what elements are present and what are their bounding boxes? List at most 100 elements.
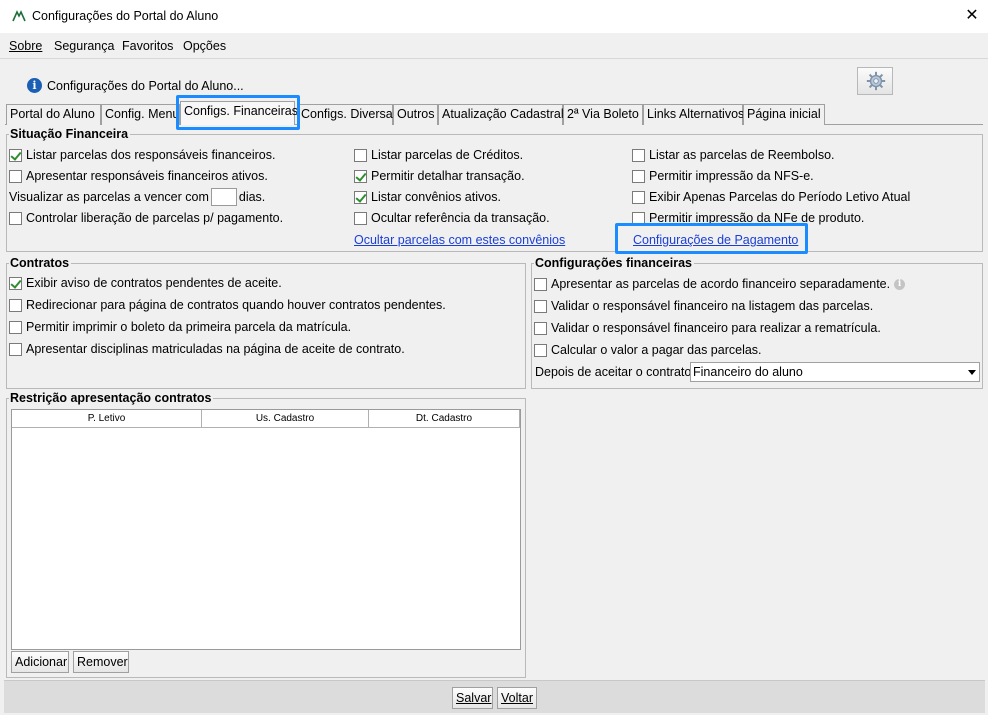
dias-label: dias. (238, 190, 266, 204)
cb-validar-rematricula[interactable]: Validar o responsável financeiro para re… (534, 321, 881, 335)
cb-redirecionar-contratos[interactable]: Redirecionar para página de contratos qu… (9, 298, 446, 312)
column-header-dt-cadastro[interactable]: Dt. Cadastro (369, 410, 520, 428)
tab-portal-do-aluno[interactable]: Portal do Aluno (6, 104, 101, 125)
tab-2a-via-boleto[interactable]: 2ª Via Boleto (563, 104, 643, 125)
checkbox[interactable] (632, 190, 645, 204)
checkbox[interactable] (9, 211, 22, 225)
select-label: Depois de aceitar o contrato: (535, 365, 695, 379)
cb-label: Permitir detalhar transação. (371, 169, 525, 183)
checkbox[interactable] (632, 211, 645, 225)
checkbox[interactable] (354, 148, 367, 162)
checkbox[interactable] (9, 276, 22, 290)
cb-label: Validar o responsável financeiro para re… (551, 321, 881, 335)
close-button[interactable]: ✕ (962, 6, 982, 26)
gear-icon (866, 71, 886, 91)
cb-listar-convenios-ativos[interactable]: Listar convênios ativos. (354, 190, 501, 204)
tab-configs-financeiras[interactable]: Configs. Financeiras (180, 101, 298, 125)
cb-apresentar-disciplinas[interactable]: Apresentar disciplinas matriculadas na p… (9, 342, 405, 356)
cb-label: Redirecionar para página de contratos qu… (26, 298, 446, 312)
cb-exibir-periodo-letivo[interactable]: Exibir Apenas Parcelas do Período Letivo… (632, 190, 910, 204)
column-header-us-cadastro[interactable]: Us. Cadastro (202, 410, 369, 428)
cb-label: Listar parcelas dos responsáveis finance… (26, 148, 276, 162)
cb-permitir-impressao-nfse[interactable]: Permitir impressão da NFS-e. (632, 169, 814, 183)
cb-permitir-impressao-nfe[interactable]: Permitir impressão da NFe de produto. (632, 211, 864, 225)
window-title: Configurações do Portal do Aluno (32, 9, 219, 23)
checkbox[interactable] (9, 342, 22, 356)
cb-label: Apresentar disciplinas matriculadas na p… (26, 342, 405, 356)
restricao-title: Restrição apresentação contratos (9, 391, 214, 405)
cb-label: Listar convênios ativos. (371, 190, 501, 204)
menu-sobre[interactable]: Sobre (9, 39, 42, 53)
cb-listar-parcelas-responsaveis[interactable]: Listar parcelas dos responsáveis finance… (9, 148, 275, 162)
help-icon[interactable]: i (894, 278, 906, 290)
cb-controlar-liberacao[interactable]: Controlar liberação de parcelas p/ pagam… (9, 211, 283, 225)
cb-label: Permitir impressão da NFe de produto. (649, 211, 865, 225)
cb-label: Permitir impressão da NFS-e. (649, 169, 814, 183)
checkbox[interactable] (9, 148, 22, 162)
cb-calcular-valor[interactable]: Calcular o valor a pagar das parcelas. (534, 343, 762, 357)
back-button[interactable]: Voltar (497, 687, 537, 709)
situacao-financeira-title: Situação Financeira (9, 127, 131, 141)
cb-imprimir-boleto[interactable]: Permitir imprimir o boleto da primeira p… (9, 320, 351, 334)
tab-links-alternativos[interactable]: Links Alternativos (643, 104, 744, 125)
tab-pagina-inicial[interactable]: Página inicial (743, 104, 825, 125)
remove-button[interactable]: Remover (73, 651, 129, 673)
title-bar: Configurações do Portal do Aluno ✕ (0, 0, 988, 33)
checkbox[interactable] (9, 169, 22, 183)
menu-bar: Sobre Segurança Favoritos Opções (0, 33, 988, 59)
save-button[interactable]: Salvar (452, 687, 493, 709)
cb-label: Controlar liberação de parcelas p/ pagam… (26, 211, 284, 225)
column-header-p-letivo[interactable]: P. Letivo (12, 410, 202, 428)
contratos-title: Contratos (9, 256, 72, 270)
menu-favoritos[interactable]: Favoritos (122, 39, 173, 53)
menu-opcoes[interactable]: Opções (183, 39, 226, 53)
contract-select[interactable]: Financeiro do aluno (690, 362, 980, 382)
checkbox[interactable] (534, 321, 547, 335)
cb-ocultar-referencia[interactable]: Ocultar referência da transação. (354, 211, 550, 225)
menu-seguranca[interactable]: Segurança (54, 39, 114, 53)
cb-exibir-aviso-contratos[interactable]: Exibir aviso de contratos pendentes de a… (9, 276, 282, 290)
cb-listar-parcelas-reembolso[interactable]: Listar as parcelas de Reembolso. (632, 148, 835, 162)
page-title: Configurações do Portal do Aluno... (47, 79, 244, 93)
settings-button[interactable] (857, 67, 893, 95)
ocultar-parcelas-link[interactable]: Ocultar parcelas com estes convênios (354, 233, 565, 247)
info-icon: i (27, 78, 42, 93)
tab-outros[interactable]: Outros (393, 104, 438, 125)
cb-label: Listar parcelas de Créditos. (371, 148, 524, 162)
configuracoes-pagamento-link[interactable]: Configurações de Pagamento (633, 233, 798, 247)
cb-label: Exibir Apenas Parcelas do Período Letivo… (649, 190, 911, 204)
app-logo-icon (12, 10, 26, 22)
cb-label: Apresentar responsáveis financeiros ativ… (26, 169, 268, 183)
menu-sobre-label: Sobre (9, 39, 43, 53)
add-button[interactable]: Adicionar (11, 651, 69, 673)
checkbox[interactable] (9, 320, 22, 334)
checkbox[interactable] (632, 148, 645, 162)
parcelas-a-vencer-row: Visualizar as parcelas a vencer com dias… (9, 188, 265, 206)
cb-apresentar-acordo[interactable]: Apresentar as parcelas de acordo finance… (534, 277, 906, 291)
cb-label: Apresentar as parcelas de acordo finance… (551, 277, 891, 291)
dias-input[interactable] (210, 188, 237, 206)
cb-label: Listar as parcelas de Reembolso. (649, 148, 835, 162)
checkbox[interactable] (354, 190, 367, 204)
cb-listar-parcelas-creditos[interactable]: Listar parcelas de Créditos. (354, 148, 523, 162)
tab-configs-diversas[interactable]: Configs. Diversas (297, 104, 399, 125)
footer-bar (4, 680, 985, 713)
contract-select-value: Financeiro do aluno (693, 365, 803, 379)
contracts-table[interactable]: P. Letivo Us. Cadastro Dt. Cadastro (11, 409, 521, 650)
tab-atualizacao-cadastral[interactable]: Atualização Cadastral (438, 104, 564, 125)
chevron-down-icon[interactable] (968, 370, 976, 375)
cb-permitir-detalhar-transacao[interactable]: Permitir detalhar transação. (354, 169, 525, 183)
back-label: Voltar (501, 691, 533, 705)
tab-config-menu[interactable]: Config. Menu (101, 104, 180, 125)
checkbox[interactable] (534, 343, 547, 357)
cb-label: Permitir imprimir o boleto da primeira p… (26, 320, 352, 334)
checkbox[interactable] (534, 299, 547, 313)
cb-apresentar-responsaveis-ativos[interactable]: Apresentar responsáveis financeiros ativ… (9, 169, 268, 183)
checkbox[interactable] (9, 298, 22, 312)
checkbox[interactable] (354, 169, 367, 183)
checkbox[interactable] (354, 211, 367, 225)
cb-label: Calcular o valor a pagar das parcelas. (551, 343, 762, 357)
checkbox[interactable] (534, 277, 547, 291)
cb-validar-listagem[interactable]: Validar o responsável financeiro na list… (534, 299, 873, 313)
checkbox[interactable] (632, 169, 645, 183)
